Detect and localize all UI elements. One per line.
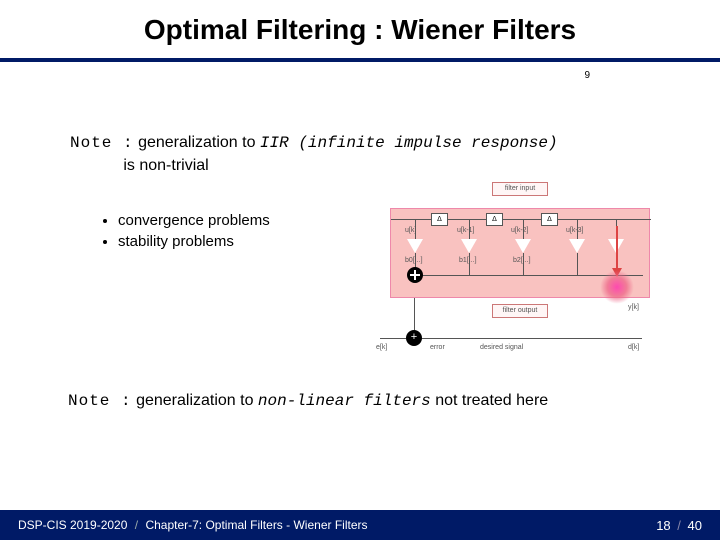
tap-label: u[k-3] xyxy=(566,227,584,234)
wire xyxy=(380,338,406,339)
content-area: 9 Note : generalization to IIR (infinite… xyxy=(0,62,720,492)
note-text: generalization to xyxy=(138,134,260,151)
note-label: Note : xyxy=(70,134,134,152)
wire xyxy=(415,219,416,239)
note-label: Note : xyxy=(68,392,132,410)
tap-label: u[k-1] xyxy=(457,227,475,234)
wire xyxy=(523,219,524,239)
wire xyxy=(577,219,578,239)
subpage-number: 9 xyxy=(584,70,590,81)
delay-box: Δ xyxy=(431,213,448,226)
coef-label: b0[...] xyxy=(405,257,423,264)
coef-label: b2[...] xyxy=(513,257,531,264)
wire xyxy=(577,253,578,275)
d-label: d[k] xyxy=(628,344,639,351)
note-text-cont: not treated here xyxy=(431,392,548,409)
wire xyxy=(469,253,470,275)
wire xyxy=(391,219,651,220)
title-area: Optimal Filtering : Wiener Filters xyxy=(0,0,720,52)
page-current: 18 xyxy=(656,518,670,533)
error-adder-icon: + xyxy=(406,330,422,346)
footer-course: DSP-CIS 2019-2020 xyxy=(18,518,127,532)
wire xyxy=(469,219,470,239)
note-text: generalization to xyxy=(136,392,258,409)
desired-label: desired signal xyxy=(480,344,523,351)
note-nonlinear: Note : generalization to non-linear filt… xyxy=(68,392,548,410)
bullet-list: convergence problems stability problems xyxy=(100,212,270,254)
page-counter: 18 / 40 xyxy=(656,518,702,533)
filter-diagram: filter input Δ Δ Δ u[k] u[k-1] u[k-2] u[… xyxy=(380,182,660,372)
gain-icon xyxy=(569,239,585,253)
page-sep: / xyxy=(674,518,684,533)
output-label-box: filter output xyxy=(492,304,548,318)
bullet-item: convergence problems xyxy=(118,212,270,229)
iir-phrase: IIR (infinite impulse response) xyxy=(260,134,558,152)
nonlinear-phrase: non-linear filters xyxy=(258,392,431,410)
note-text-cont: is non-trivial xyxy=(123,157,208,174)
slide: Optimal Filtering : Wiener Filters 9 Not… xyxy=(0,0,720,540)
footer-chapter: Chapter-7: Optimal Filters - Wiener Filt… xyxy=(145,518,367,532)
highlight-arrow-icon xyxy=(616,226,618,276)
gain-icon xyxy=(407,239,423,253)
highlight-circle-icon xyxy=(600,270,634,304)
coef-label: b1[...] xyxy=(459,257,477,264)
page-total: 40 xyxy=(688,518,702,533)
footer-left: DSP-CIS 2019-2020 / Chapter-7: Optimal F… xyxy=(18,518,367,532)
gain-icon xyxy=(461,239,477,253)
wire xyxy=(523,253,524,275)
footer-sep: / xyxy=(131,518,142,532)
e-label: e[k] xyxy=(376,344,387,351)
gain-icon xyxy=(515,239,531,253)
footer: DSP-CIS 2019-2020 / Chapter-7: Optimal F… xyxy=(0,510,720,540)
y-label: y[k] xyxy=(628,304,639,311)
wire xyxy=(422,338,642,339)
note-iir: Note : generalization to IIR (infinite i… xyxy=(70,132,558,176)
adder-icon xyxy=(407,267,423,283)
error-label: error xyxy=(430,344,445,351)
slide-title: Optimal Filtering : Wiener Filters xyxy=(0,14,720,46)
delay-box: Δ xyxy=(541,213,558,226)
bullet-item: stability problems xyxy=(118,233,270,250)
delay-box: Δ xyxy=(486,213,503,226)
tap-label: u[k-2] xyxy=(511,227,529,234)
input-label-box: filter input xyxy=(492,182,548,196)
